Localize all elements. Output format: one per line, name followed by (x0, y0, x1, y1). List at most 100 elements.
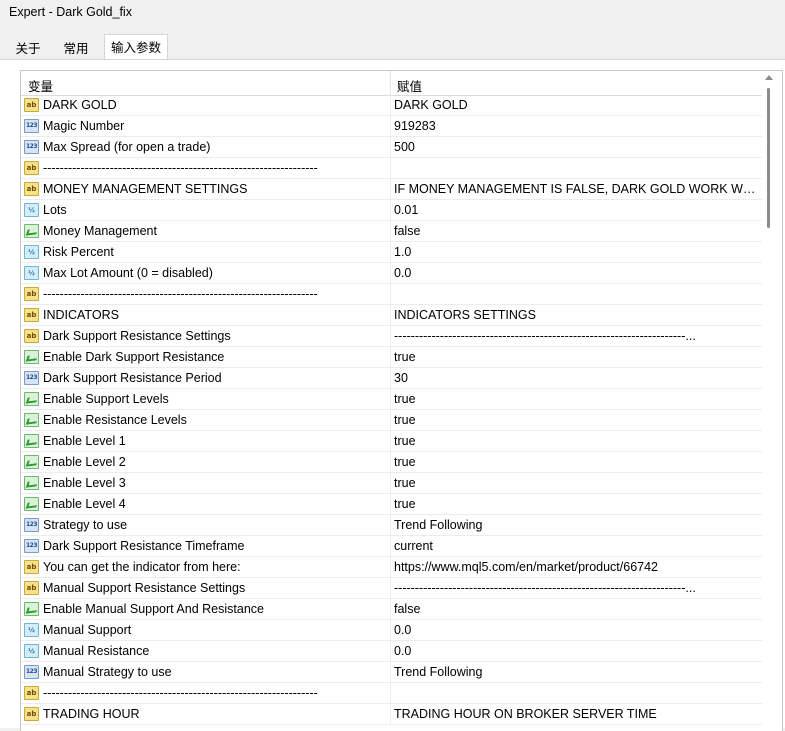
grid-header: 变量 赋值 (21, 71, 782, 96)
cell-divider (390, 179, 391, 200)
parameter-row[interactable]: ab MONEY MANAGEMENT SETTINGS IF MONEY MANA… (21, 179, 762, 200)
integer-type-icon: 123 (24, 518, 39, 532)
parameter-row[interactable]: ab INDICATORS INDICATORS SETTINGS (21, 305, 762, 326)
parameter-value[interactable]: true (394, 455, 758, 469)
cell-divider (390, 641, 391, 662)
cell-divider (390, 284, 391, 305)
parameter-row[interactable]: Enable Dark Support Resistance true (21, 347, 762, 368)
cell-divider (390, 221, 391, 242)
bool-type-icon (24, 350, 39, 364)
column-header-value[interactable]: 赋值 (397, 76, 422, 95)
parameter-row[interactable]: 123 Dark Support Resistance Period 30 (21, 368, 762, 389)
cell-divider (390, 557, 391, 578)
parameter-row[interactable]: Money Management false (21, 221, 762, 242)
cell-divider (390, 326, 391, 347)
parameter-name: Manual Strategy to use (43, 665, 172, 679)
parameter-row[interactable]: ½ Risk Percent 1.0 (21, 242, 762, 263)
vertical-scrollbar-thumb[interactable] (767, 88, 770, 228)
string-type-icon: ab (24, 707, 39, 721)
parameter-row[interactable]: Enable Resistance Levels true (21, 410, 762, 431)
parameter-name: Risk Percent (43, 245, 114, 259)
parameter-value[interactable]: current (394, 539, 758, 553)
parameter-row[interactable]: 123 Max Spread (for open a trade) 500 (21, 137, 762, 158)
double-type-icon: ½ (24, 644, 39, 658)
parameter-row[interactable]: 123 Magic Number 919283 (21, 116, 762, 137)
parameter-name: Manual Support (43, 623, 132, 637)
parameter-name: Enable Dark Support Resistance (43, 350, 225, 364)
parameter-row[interactable]: ab TRADING HOUR TRADING HOUR ON BROKER SER… (21, 704, 762, 725)
parameter-name: Enable Level 1 (43, 434, 126, 448)
parameter-row[interactable]: Enable Level 3 true (21, 473, 762, 494)
cell-divider (390, 242, 391, 263)
parameter-row[interactable]: ½ Manual Resistance 0.0 (21, 641, 762, 662)
parameter-row[interactable]: ab --------------------------------------… (21, 284, 762, 305)
parameter-row[interactable]: ab Manual Support Resistance Settings ----… (21, 578, 762, 599)
vertical-scrollbar-track[interactable] (762, 71, 782, 731)
parameter-value[interactable]: true (394, 392, 758, 406)
parameter-value[interactable]: 919283 (394, 119, 758, 133)
parameter-value[interactable]: IF MONEY MANAGEMENT IS FALSE, DARK GOLD … (394, 182, 758, 196)
parameter-value[interactable]: 0.0 (394, 644, 758, 658)
parameter-row[interactable]: 123 Strategy to use Trend Following (21, 515, 762, 536)
cell-divider (390, 410, 391, 431)
parameter-row[interactable]: Enable Support Levels true (21, 389, 762, 410)
parameter-value[interactable]: 0.01 (394, 203, 758, 217)
parameter-value[interactable]: 1.0 (394, 245, 758, 259)
tab-input-parameters[interactable]: 输入参数 (104, 34, 168, 61)
parameter-value[interactable]: true (394, 497, 758, 511)
column-header-variable[interactable]: 变量 (28, 76, 53, 95)
parameter-value[interactable]: 0.0 (394, 266, 758, 280)
parameter-value[interactable]: Trend Following (394, 665, 758, 679)
integer-type-icon: 123 (24, 665, 39, 679)
column-divider[interactable] (390, 71, 391, 95)
parameter-value[interactable]: https://www.mql5.com/en/market/product/6… (394, 560, 758, 574)
cell-divider (390, 599, 391, 620)
scroll-up-arrow-icon[interactable] (765, 75, 773, 80)
parameter-row[interactable]: Enable Level 1 true (21, 431, 762, 452)
cell-divider (390, 620, 391, 641)
double-type-icon: ½ (24, 245, 39, 259)
parameter-value[interactable]: true (394, 413, 758, 427)
parameter-value[interactable]: true (394, 434, 758, 448)
parameter-row[interactable]: ab --------------------------------------… (21, 158, 762, 179)
parameter-row[interactable]: ab You can get the indicator from here: ht… (21, 557, 762, 578)
parameter-name: Enable Level 4 (43, 497, 126, 511)
cell-divider (390, 116, 391, 137)
parameter-name: Enable Manual Support And Resistance (43, 602, 264, 616)
parameter-value[interactable]: TRADING HOUR ON BROKER SERVER TIME (394, 707, 758, 721)
parameter-value[interactable]: false (394, 224, 758, 238)
parameter-row[interactable]: Enable Manual Support And Resistance fals… (21, 599, 762, 620)
parameter-row[interactable]: Enable Level 4 true (21, 494, 762, 515)
parameter-value[interactable]: true (394, 476, 758, 490)
parameter-row[interactable]: ½ Manual Support 0.0 (21, 620, 762, 641)
bool-type-icon (24, 392, 39, 406)
parameter-value[interactable]: DARK GOLD (394, 98, 758, 112)
cell-divider (390, 578, 391, 599)
parameter-row[interactable]: ½ Lots 0.01 (21, 200, 762, 221)
parameter-row[interactable]: 123 Dark Support Resistance Timeframe curr… (21, 536, 762, 557)
double-type-icon: ½ (24, 203, 39, 217)
cell-divider (390, 431, 391, 452)
parameter-value[interactable]: 0.0 (394, 623, 758, 637)
parameter-row[interactable]: ½ Max Lot Amount (0 = disabled) 0.0 (21, 263, 762, 284)
tab-about[interactable]: 关于 (11, 38, 45, 60)
parameter-value[interactable]: ----------------------------------------… (394, 329, 758, 343)
cell-divider (390, 389, 391, 410)
parameter-row[interactable]: ab DARK GOLD DARK GOLD (21, 95, 762, 116)
parameter-value[interactable]: 30 (394, 371, 758, 385)
parameter-row[interactable]: ab Dark Support Resistance Settings ------… (21, 326, 762, 347)
parameter-row[interactable]: 123 Manual Strategy to use Trend Following (21, 662, 762, 683)
parameter-row[interactable]: ab --------------------------------------… (21, 683, 762, 704)
parameter-value[interactable]: 500 (394, 140, 758, 154)
string-type-icon: ab (24, 161, 39, 175)
parameter-value[interactable]: INDICATORS SETTINGS (394, 308, 758, 322)
tab-common[interactable]: 常用 (58, 38, 94, 60)
string-type-icon: ab (24, 308, 39, 322)
bool-type-icon (24, 455, 39, 469)
parameter-value[interactable]: Trend Following (394, 518, 758, 532)
cell-divider (390, 662, 391, 683)
parameter-row[interactable]: Enable Level 2 true (21, 452, 762, 473)
parameter-value[interactable]: true (394, 350, 758, 364)
parameter-value[interactable]: false (394, 602, 758, 616)
parameter-value[interactable]: ----------------------------------------… (394, 581, 758, 595)
